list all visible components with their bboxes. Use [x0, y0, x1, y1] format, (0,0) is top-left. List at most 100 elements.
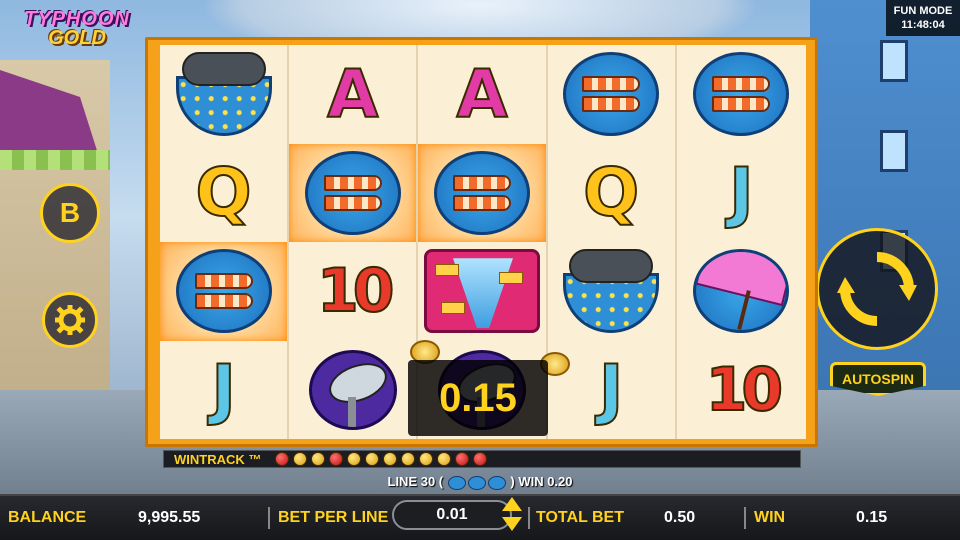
windsock-stripe — [323, 194, 382, 211]
funnel-shape — [452, 258, 513, 329]
total-bet-value: 0.50 — [664, 509, 696, 526]
reel-cell — [160, 45, 290, 144]
reel-cell: J — [677, 144, 806, 243]
dish-shape — [323, 355, 393, 410]
tornado-icon — [423, 249, 540, 334]
reel-cell: Q — [160, 143, 290, 242]
banknote-icon — [440, 302, 465, 315]
windsock-mini-icon — [467, 475, 486, 490]
wintrack-dot — [347, 452, 362, 466]
increase-bet-icon[interactable] — [502, 497, 522, 511]
umbrella-icon — [693, 249, 790, 334]
wintrack-dot — [329, 452, 344, 466]
windsock-icon — [433, 150, 530, 235]
reel-cell — [160, 242, 290, 341]
umbrella-handle — [737, 290, 752, 331]
umbrella-canopy — [696, 252, 787, 307]
cloud-shape — [181, 52, 266, 87]
reel-cell — [418, 242, 548, 341]
wintrack-dot — [383, 452, 398, 466]
balance-label: BALANCE — [8, 509, 87, 526]
symbol-q: Q — [195, 153, 253, 232]
windsock-icon — [175, 249, 272, 334]
divider — [528, 507, 530, 529]
wintrack: WINTRACK ™ — [163, 450, 801, 468]
divider — [744, 507, 746, 529]
settings-button[interactable] — [42, 292, 98, 348]
bet-per-line-label: BET PER LINE — [278, 509, 389, 526]
windsock-stripe — [712, 76, 771, 93]
windsock-stripe — [194, 273, 253, 290]
reel-cell — [289, 340, 419, 439]
windsock-mini-icon — [487, 475, 506, 490]
clock: 11:48:04 — [901, 19, 945, 31]
wintrack-dot — [365, 452, 380, 466]
total-bet-label: TOTAL BET — [536, 509, 624, 526]
reel-cell: J — [548, 340, 677, 439]
windsock-stripe — [452, 194, 511, 211]
win-value: 0.15 — [856, 509, 888, 526]
storm-cloud-icon — [175, 52, 272, 137]
symbol-10: 10 — [316, 255, 395, 327]
building-window — [880, 130, 908, 172]
symbol-j: J — [210, 350, 237, 429]
line-win-info: LINE 30 ( ) WIN 0.20 — [0, 474, 960, 490]
game-logo: TYPHOON GOLD — [22, 8, 132, 64]
reel-cell — [677, 45, 806, 144]
reel-cell: 10 — [289, 242, 419, 341]
wintrack-label: WINTRACK ™ — [174, 451, 262, 467]
bet-stepper — [500, 497, 524, 531]
win-label: WIN — [754, 509, 786, 526]
decrease-bet-icon[interactable] — [502, 517, 522, 531]
line-info-prefix: LINE 30 ( — [387, 474, 444, 489]
win-amount-popup: 0.15 — [408, 360, 548, 436]
windsock-stripe — [323, 174, 382, 191]
wintrack-dot — [293, 452, 308, 466]
wintrack-dot — [275, 452, 290, 466]
banknote-icon — [434, 264, 459, 277]
windsock-icon — [563, 52, 660, 137]
banknote-icon — [498, 272, 523, 285]
spin-arrows-icon — [837, 252, 917, 326]
balance-value: 9,995.55 — [138, 509, 201, 526]
storm-cloud-icon — [563, 249, 660, 334]
symbol-a: A — [326, 55, 379, 134]
reel-cell — [548, 45, 677, 144]
reel-cell — [677, 242, 806, 341]
wintrack-dot — [437, 452, 452, 466]
symbol-10: 10 — [705, 354, 784, 426]
reel-cell — [418, 143, 548, 242]
reel-cell: J — [160, 340, 290, 439]
autospin-label: AUTOSPIN — [841, 371, 915, 387]
windsock-stripe — [582, 76, 641, 93]
bet-button[interactable]: B — [40, 183, 100, 243]
cloud-shape — [569, 249, 654, 284]
reel-cell — [548, 242, 677, 341]
symbol-j: J — [598, 350, 625, 429]
spin-button[interactable] — [816, 228, 938, 350]
reel-cell: A — [289, 45, 419, 144]
wintrack-dot — [311, 452, 326, 466]
windsock-stripe — [452, 174, 511, 191]
bet-button-label: B — [59, 197, 81, 228]
reel-cell — [289, 143, 419, 242]
win-amount: 0.15 — [439, 375, 517, 420]
wintrack-dot — [401, 452, 416, 466]
bet-per-line-value: 0.01 — [436, 506, 468, 523]
wintrack-dot — [473, 452, 488, 466]
symbol-j: J — [728, 153, 755, 232]
windsock-stripe — [194, 293, 253, 310]
building-window — [880, 40, 908, 82]
wintrack-dot — [419, 452, 434, 466]
windsock-mini-icon — [447, 475, 466, 490]
windsock-icon — [693, 52, 790, 137]
bet-per-line-field[interactable]: 0.01 — [392, 500, 512, 530]
reel-cell: Q — [548, 143, 677, 242]
spin-button-wrap — [816, 228, 938, 350]
windsock-stripe — [582, 96, 641, 113]
dish-stand — [347, 396, 356, 427]
mode-indicator: FUN MODE 11:48:04 — [886, 0, 960, 36]
windsock-stripe — [712, 96, 771, 113]
satellite-dish-icon — [308, 349, 397, 430]
reel-cell: A — [418, 45, 548, 144]
